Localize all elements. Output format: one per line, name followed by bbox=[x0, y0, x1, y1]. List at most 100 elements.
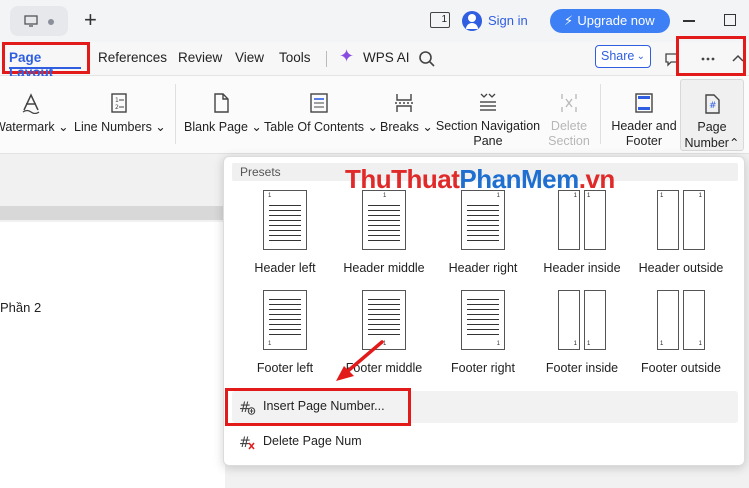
tab-tools[interactable]: Tools bbox=[279, 50, 311, 65]
table-of-contents-button[interactable]: Table Of Contents ⌄ bbox=[264, 76, 379, 154]
page-number-icon: # bbox=[705, 94, 720, 114]
header-footer-icon bbox=[635, 93, 653, 113]
header-and-footer-button[interactable]: Header and Footer bbox=[608, 76, 680, 154]
header-and-footer-label: Header and bbox=[611, 119, 677, 133]
insert-page-number-highlight-box bbox=[225, 388, 411, 426]
ribbon-separator bbox=[600, 84, 601, 144]
lightning-icon: ⚡ bbox=[564, 13, 574, 28]
breaks-icon bbox=[395, 94, 413, 112]
page-number-button[interactable]: # Page Number⌃ bbox=[680, 79, 744, 151]
unsaved-dot-icon bbox=[48, 19, 54, 25]
site-watermark: ThuThuatPhanMem.vn bbox=[345, 164, 615, 195]
blank-page-icon bbox=[214, 93, 229, 113]
delete-section-button[interactable]: Delete Section bbox=[545, 76, 593, 154]
preset-footer-right[interactable]: 1 Footer right bbox=[438, 290, 528, 375]
watermark-part3: .vn bbox=[578, 164, 616, 194]
preset-label: Footer outside bbox=[641, 361, 721, 375]
svg-text:2: 2 bbox=[115, 104, 119, 111]
chevron-down-icon: ⌄ bbox=[636, 51, 645, 62]
pointer-arrow-icon bbox=[336, 340, 384, 381]
preset-thumbnail: 1 bbox=[263, 290, 307, 350]
preset-label: Footer left bbox=[256, 361, 314, 375]
line-numbers-icon: 12 bbox=[111, 93, 127, 113]
blank-page-label: Blank Page ⌄ bbox=[184, 120, 262, 134]
section-navigation-label: Section Navigation bbox=[435, 119, 541, 133]
new-tab-plus-icon[interactable]: + bbox=[84, 8, 97, 32]
share-button[interactable]: Share ⌄ bbox=[595, 45, 651, 68]
preset-label: Footer inside bbox=[545, 361, 619, 375]
preset-header-left[interactable]: 1 Header left bbox=[240, 190, 330, 275]
document-tab[interactable] bbox=[10, 6, 68, 36]
breaks-label: Breaks ⌄ bbox=[380, 120, 433, 134]
svg-text:1: 1 bbox=[115, 97, 119, 104]
table-of-contents-icon bbox=[310, 93, 328, 113]
monitor-icon bbox=[24, 15, 38, 27]
page-number-highlight-box bbox=[676, 36, 746, 76]
preset-footer-inside[interactable]: 1 1 Footer inside bbox=[537, 290, 627, 375]
page-number-label: Page bbox=[697, 120, 727, 134]
preset-label: Header inside bbox=[543, 261, 621, 275]
watermark-icon bbox=[22, 93, 40, 114]
breaks-button[interactable]: Breaks ⌄ bbox=[380, 76, 433, 154]
preset-footer-left[interactable]: 1 Footer left bbox=[240, 290, 330, 375]
document-page[interactable] bbox=[0, 222, 225, 488]
delete-section-label-line2: Section bbox=[548, 134, 590, 148]
watermark-button[interactable]: Watermark ⌄ bbox=[0, 76, 69, 154]
tab-wps-ai[interactable]: WPS AI bbox=[363, 50, 410, 65]
document-text: Phần 2 bbox=[0, 300, 42, 315]
tab-count-badge[interactable]: 1 bbox=[430, 12, 450, 28]
user-avatar-icon[interactable] bbox=[462, 11, 482, 31]
preset-header-outside[interactable]: 1 1 Header outside bbox=[636, 190, 726, 275]
preset-label: Header left bbox=[254, 261, 316, 275]
preset-header-middle[interactable]: 1 Header middle bbox=[339, 190, 429, 275]
upgrade-now-label: Upgrade now bbox=[577, 13, 655, 28]
preset-thumbnail: 1 bbox=[461, 290, 505, 350]
maximize-icon[interactable] bbox=[724, 14, 736, 26]
preset-header-inside[interactable]: 1 1 Header inside bbox=[537, 190, 627, 275]
wps-ai-star-icon: ✦ bbox=[339, 46, 355, 66]
delete-page-number-item[interactable]: # Delete Page Num bbox=[232, 426, 738, 458]
section-navigation-pane-button[interactable]: Section Navigation Pane bbox=[434, 76, 542, 154]
ribbon-separator bbox=[175, 84, 176, 144]
preset-header-right[interactable]: 1 Header right bbox=[438, 190, 528, 275]
table-of-contents-label: Table Of Contents ⌄ bbox=[264, 120, 379, 134]
menu-bar: Page Layout References Review View Tools… bbox=[0, 42, 749, 80]
title-bar: + 1 Sign in ⚡ Upgrade now bbox=[0, 0, 749, 42]
line-numbers-button[interactable]: 12 Line Numbers ⌄ bbox=[74, 76, 166, 154]
header-and-footer-label-line2: Footer bbox=[625, 134, 663, 148]
menu-separator bbox=[326, 51, 327, 67]
preset-thumbnail: 1 1 bbox=[657, 290, 705, 350]
preset-thumbnail: 1 bbox=[362, 190, 406, 250]
preset-footer-outside[interactable]: 1 1 Footer outside bbox=[636, 290, 726, 375]
delete-section-label: Delete bbox=[550, 119, 588, 133]
watermark-label: Watermark ⌄ bbox=[0, 120, 69, 134]
section-navigation-label-line2: Pane bbox=[473, 134, 503, 148]
preset-thumbnail: 1 1 bbox=[558, 190, 606, 250]
page-number-label-line2: Number⌃ bbox=[684, 136, 740, 150]
preset-thumbnail: 1 1 bbox=[657, 190, 705, 250]
watermark-part2: PhanMem bbox=[459, 164, 579, 194]
tab-references[interactable]: References bbox=[98, 50, 167, 65]
preset-label: Header right bbox=[448, 261, 518, 275]
preset-label: Header middle bbox=[343, 261, 425, 275]
line-numbers-label: Line Numbers ⌄ bbox=[74, 120, 166, 134]
preset-label: Header outside bbox=[638, 261, 724, 275]
ribbon: Watermark ⌄ 12 Line Numbers ⌄ Blank Page… bbox=[0, 76, 749, 154]
sign-in-link[interactable]: Sign in bbox=[488, 13, 528, 28]
search-icon[interactable] bbox=[418, 50, 436, 68]
section-navigation-icon bbox=[480, 93, 496, 111]
delete-section-icon bbox=[561, 94, 577, 112]
watermark-part1: ThuThuat bbox=[345, 164, 460, 194]
delete-page-number-icon: # bbox=[239, 435, 255, 451]
blank-page-button[interactable]: Blank Page ⌄ bbox=[184, 76, 262, 154]
upgrade-now-button[interactable]: ⚡ Upgrade now bbox=[550, 9, 670, 33]
preset-thumbnail: 1 1 bbox=[558, 290, 606, 350]
preset-label: Footer right bbox=[451, 361, 515, 375]
tab-page-layout[interactable]: Page Layout bbox=[2, 42, 90, 80]
tab-review[interactable]: Review bbox=[178, 50, 222, 65]
ruler bbox=[0, 206, 235, 220]
delete-page-number-label: Delete Page Num bbox=[263, 434, 362, 448]
tab-view[interactable]: View bbox=[235, 50, 264, 65]
share-label: Share bbox=[601, 49, 635, 63]
minimize-icon[interactable] bbox=[683, 20, 695, 22]
